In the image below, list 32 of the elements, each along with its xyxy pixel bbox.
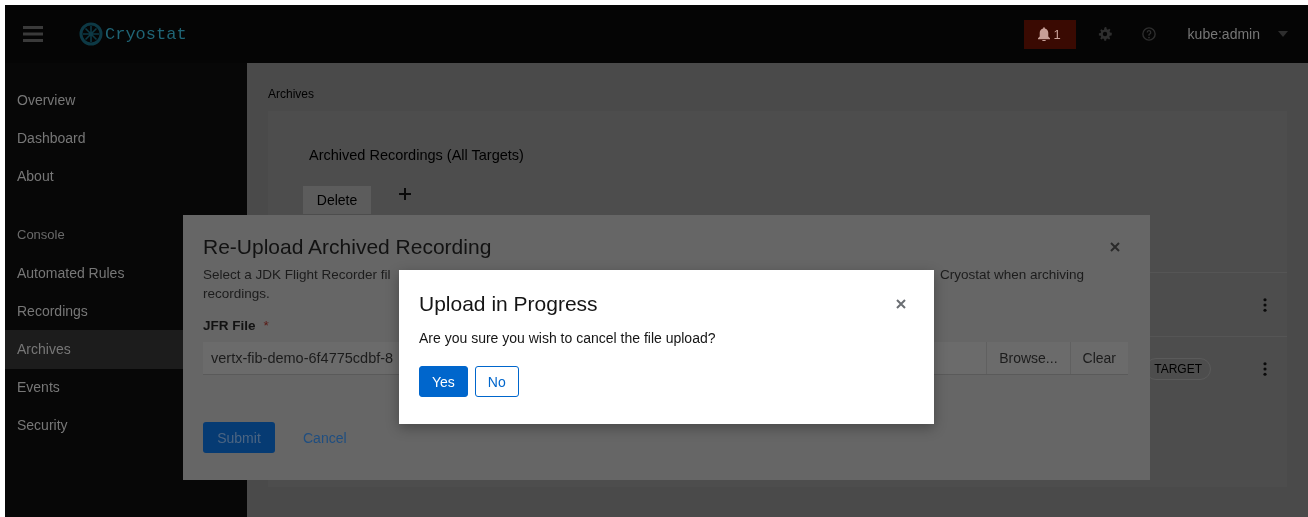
add-icon[interactable] — [399, 188, 411, 200]
caret-icon[interactable] — [1278, 31, 1288, 37]
delete-button[interactable]: Delete — [303, 186, 371, 214]
brand-name: Cryostat — [105, 24, 187, 44]
required-mark: * — [263, 318, 269, 333]
close-icon[interactable] — [1110, 242, 1120, 252]
confirm-button[interactable]: Yes — [419, 366, 468, 397]
nav-item[interactable]: Dashboard — [5, 119, 247, 158]
dialog-description: recordings. — [203, 286, 271, 301]
bell-icon — [1038, 27, 1051, 41]
user-menu[interactable]: kube:admin — [1187, 26, 1260, 42]
kebab-icon[interactable] — [1263, 361, 1267, 376]
clear-button[interactable]: Clear — [1069, 342, 1128, 374]
dialog-description: Cryostat when archiving — [940, 267, 1086, 282]
field-label: JFR File — [203, 318, 256, 333]
dialog-title: Upload in Progress — [419, 292, 598, 316]
close-icon[interactable] — [896, 299, 906, 309]
dialog-title: Re-Upload Archived Recording — [203, 235, 492, 259]
settings-icon[interactable] — [1097, 27, 1112, 41]
browse-button[interactable]: Browse... — [986, 342, 1070, 374]
breadcrumb[interactable]: Archives — [268, 87, 1287, 101]
nav-item[interactable]: Overview — [5, 81, 247, 120]
card-title: Archived Recordings (All Targets) — [309, 147, 525, 163]
logo-icon — [79, 22, 103, 46]
help-icon[interactable] — [1141, 27, 1156, 41]
menu-icon[interactable] — [23, 26, 43, 42]
decline-button[interactable]: No — [474, 366, 519, 397]
dialog-description: Select a JDK Flight Recorder fil — [203, 267, 392, 282]
dialog-message: Are you sure you wish to cancel the file upload? — [419, 330, 717, 346]
nav-item[interactable]: About — [5, 157, 247, 196]
kebab-icon[interactable] — [1263, 297, 1267, 312]
notifications-button[interactable]: 1 — [1023, 19, 1076, 49]
